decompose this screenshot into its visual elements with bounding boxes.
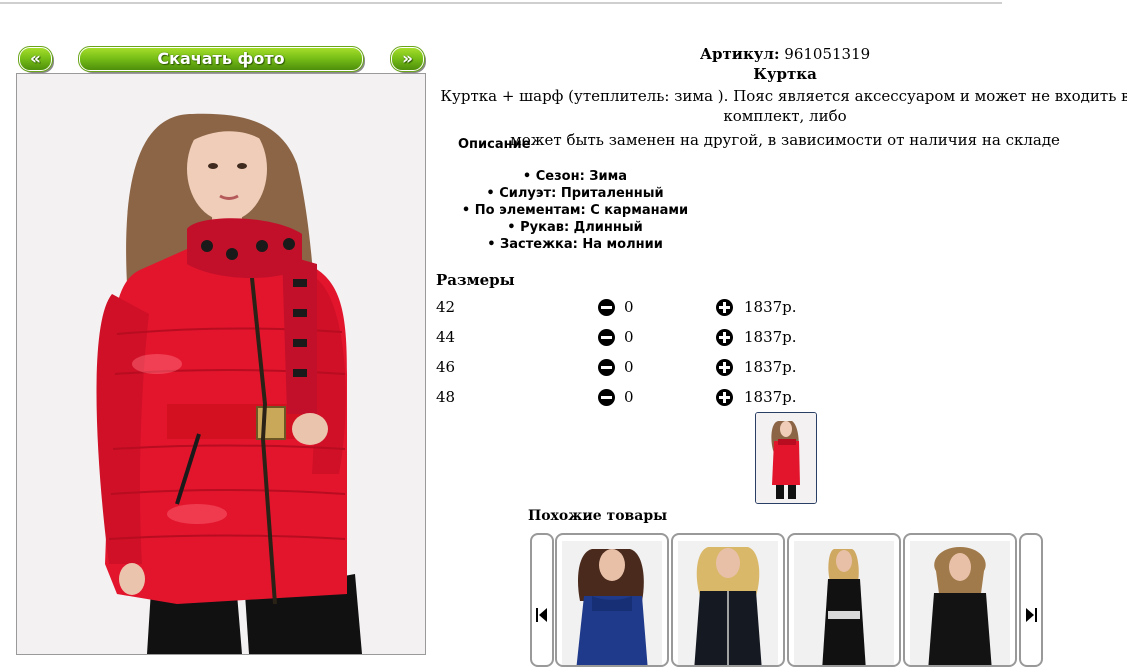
similar-product-card[interactable]	[903, 533, 1017, 667]
similar-product-image	[562, 541, 662, 665]
similar-product-card[interactable]	[555, 533, 669, 667]
similar-products-heading: Похожие товары	[528, 508, 668, 524]
quantity-value: 0	[624, 388, 634, 406]
increase-quantity-icon[interactable]	[716, 359, 733, 376]
next-photo-button[interactable]: »	[390, 46, 425, 72]
photo-thumbnail[interactable]	[755, 412, 817, 504]
carousel-next-button[interactable]	[1019, 533, 1043, 667]
description-line-2: может быть заменен на другой, в зависимо…	[510, 131, 1060, 149]
quantity-value: 0	[624, 298, 634, 316]
size-price: 1837р.	[744, 328, 797, 346]
decrease-quantity-icon[interactable]	[598, 389, 615, 406]
thumbnail-image	[756, 413, 816, 503]
similar-product-image	[678, 541, 778, 665]
skip-forward-icon	[1026, 608, 1037, 622]
size-row: 42 0 1837р.	[436, 297, 836, 317]
quantity-value: 0	[624, 328, 634, 346]
similar-product-image	[794, 541, 894, 665]
article-label: Артикул:	[699, 45, 780, 63]
feature-item: • Силуэт: Приталенный	[486, 186, 664, 201]
article-value: 961051319	[784, 45, 871, 63]
sizes-heading: Размеры	[436, 271, 515, 289]
decrease-quantity-icon[interactable]	[598, 329, 615, 346]
size-value: 48	[436, 388, 456, 406]
product-info: Артикул: 961051319 Куртка Куртка + шарф …	[440, 44, 1127, 150]
feature-item: • Сезон: Зима	[522, 169, 628, 184]
size-row: 48 0 1837р.	[436, 387, 836, 407]
size-row: 46 0 1837р.	[436, 357, 836, 377]
decrease-quantity-icon[interactable]	[598, 299, 615, 316]
feature-item: • Рукав: Длинный	[507, 220, 643, 235]
increase-quantity-icon[interactable]	[716, 389, 733, 406]
similar-product-image	[910, 541, 1010, 665]
similar-product-card[interactable]	[787, 533, 901, 667]
size-value: 42	[436, 298, 456, 316]
increase-quantity-icon[interactable]	[716, 299, 733, 316]
top-divider	[0, 2, 1002, 4]
increase-quantity-icon[interactable]	[716, 329, 733, 346]
article-line: Артикул: 961051319	[440, 44, 1127, 64]
similar-product-card[interactable]	[671, 533, 785, 667]
size-value: 46	[436, 358, 456, 376]
size-price: 1837р.	[744, 358, 797, 376]
size-price: 1837р.	[744, 388, 797, 406]
features-list: • Сезон: Зима • Силуэт: Приталенный • По…	[436, 168, 714, 253]
size-price: 1837р.	[744, 298, 797, 316]
carousel-prev-button[interactable]	[530, 533, 554, 667]
model-in-red-jacket-image	[17, 74, 425, 654]
main-product-photo[interactable]	[16, 73, 426, 655]
feature-item: • Застежка: На молнии	[487, 237, 663, 252]
previous-photo-button[interactable]: «	[18, 46, 53, 72]
product-name: Куртка	[753, 65, 817, 83]
size-row: 44 0 1837р.	[436, 327, 836, 347]
feature-item: • По элементам: С карманами	[461, 203, 689, 218]
skip-back-icon	[536, 608, 547, 622]
download-photo-button[interactable]: Скачать фото	[78, 46, 364, 72]
description-line-1: Куртка + шарф (утеплитель: зима ). Пояс …	[440, 87, 1127, 125]
decrease-quantity-icon[interactable]	[598, 359, 615, 376]
quantity-value: 0	[624, 358, 634, 376]
description-heading: Описание	[458, 137, 531, 152]
size-value: 44	[436, 328, 456, 346]
